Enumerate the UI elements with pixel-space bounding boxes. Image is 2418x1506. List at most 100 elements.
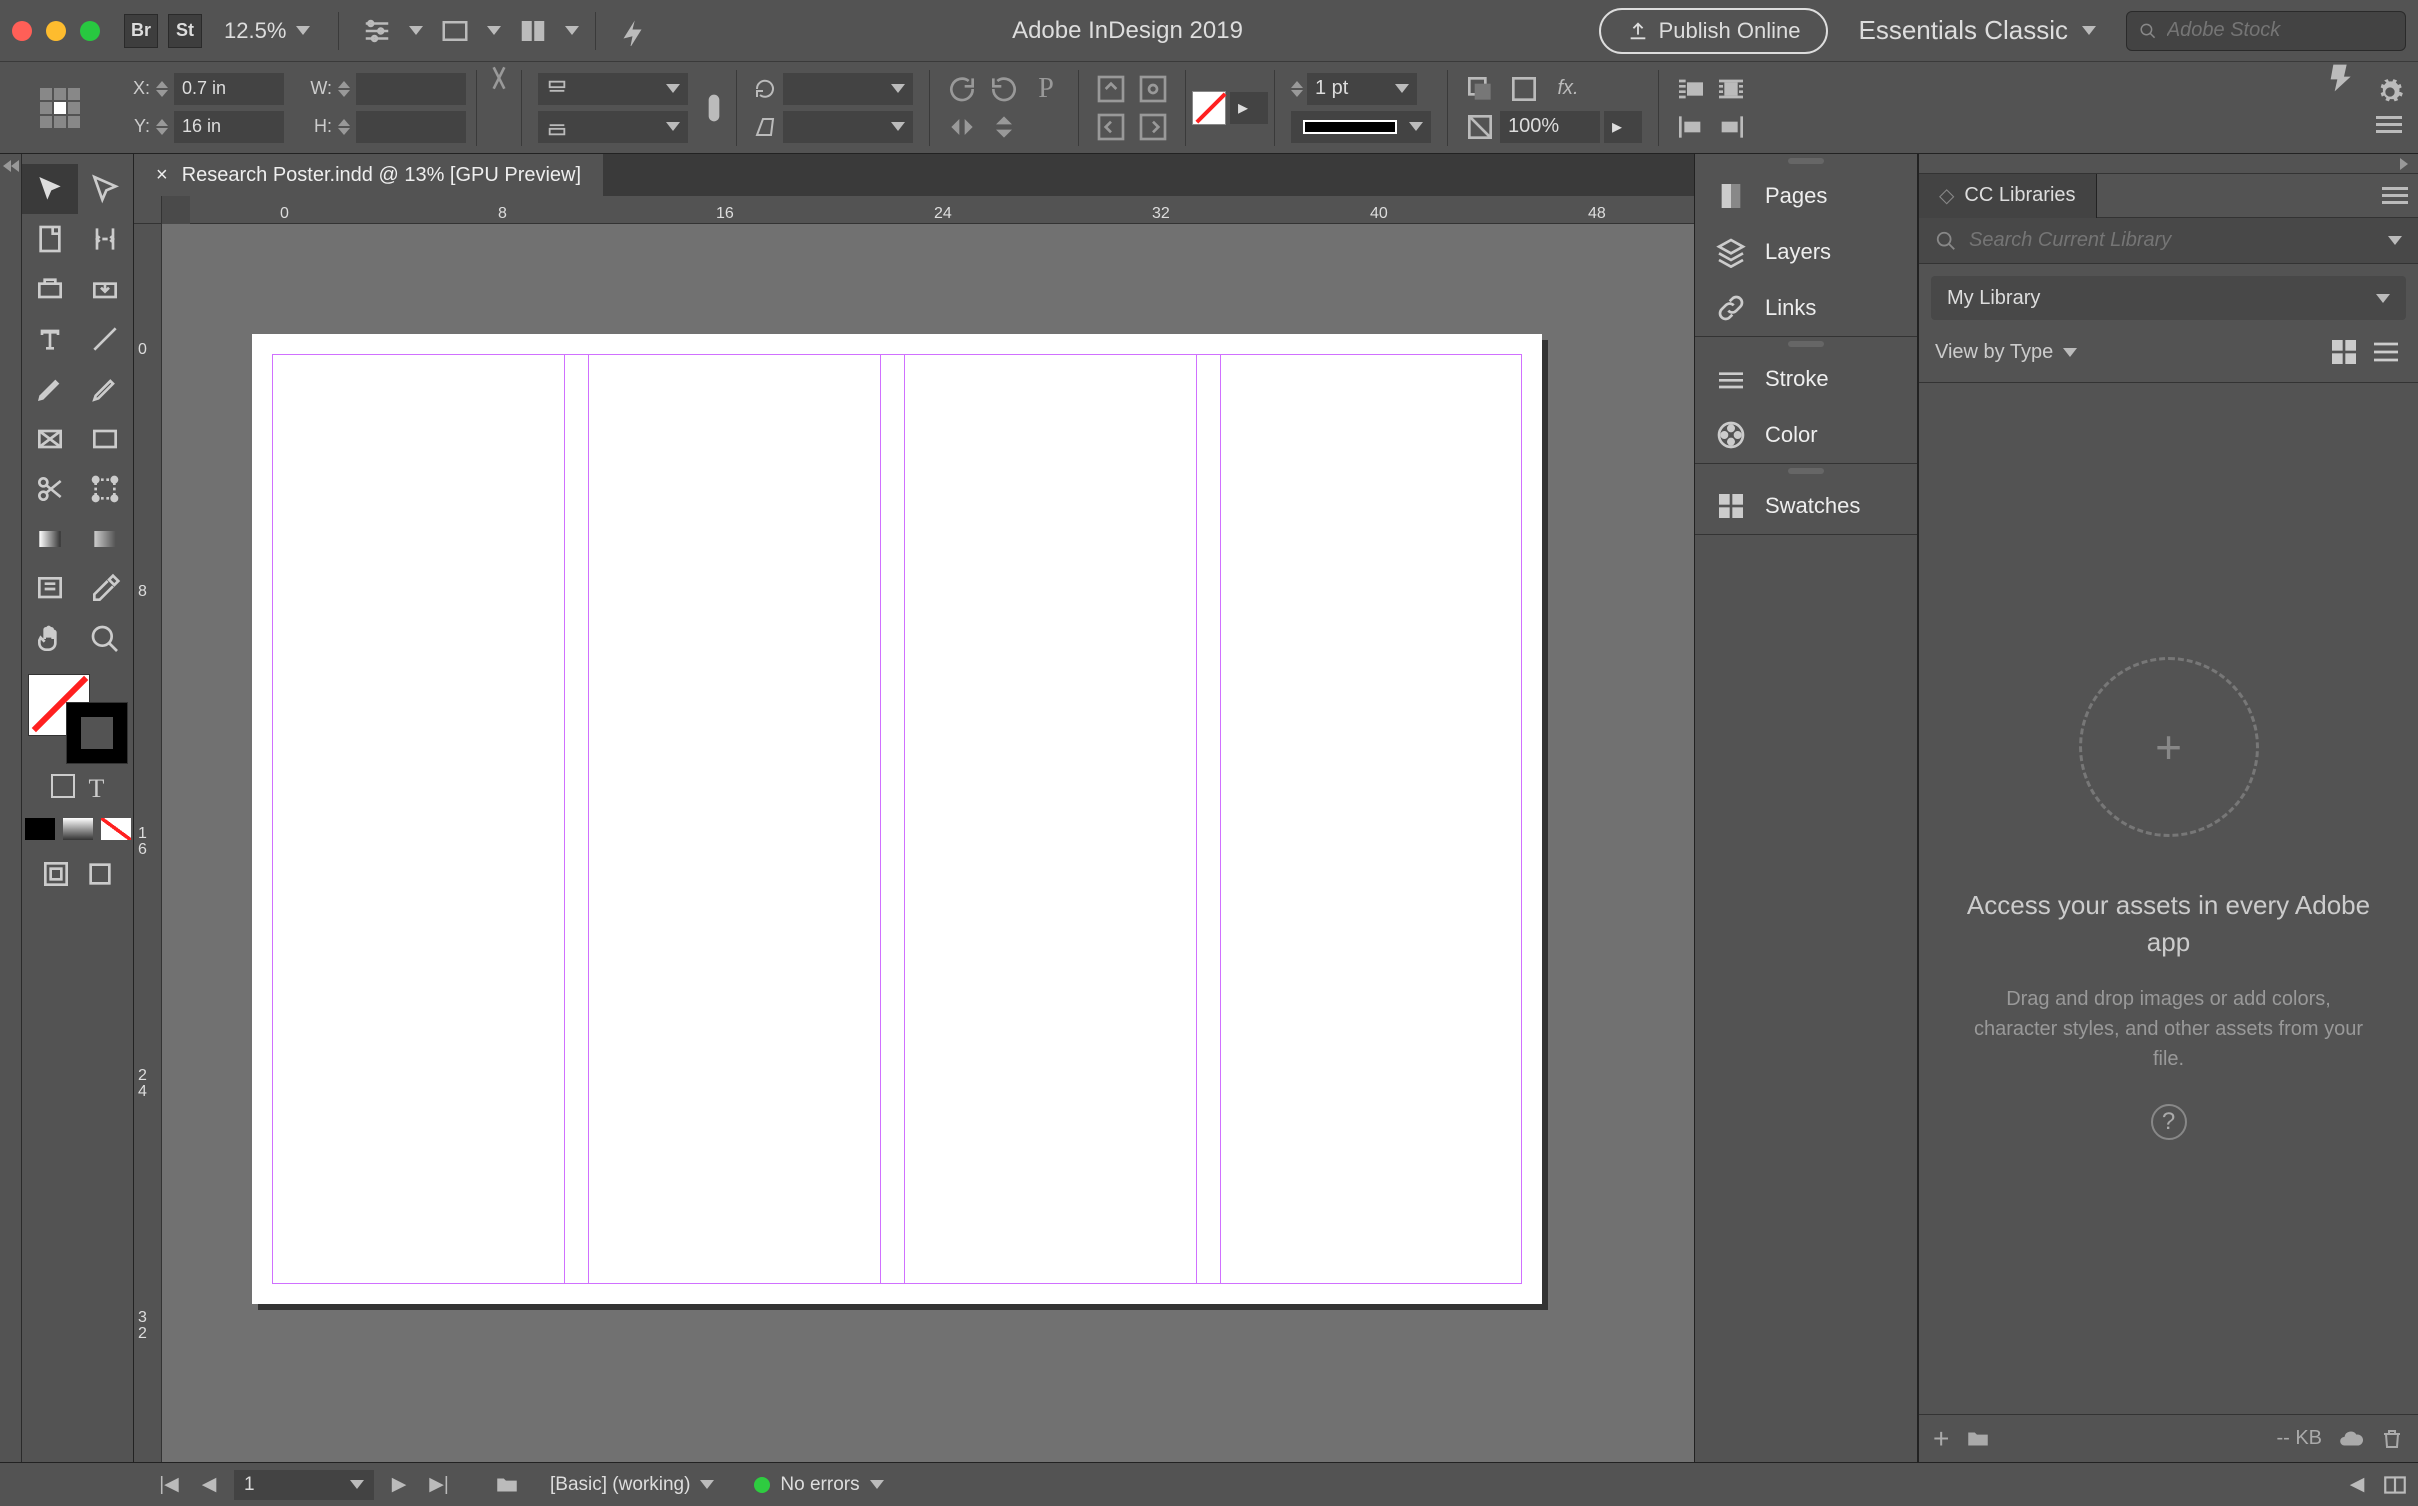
align-left-icon[interactable] [1675, 111, 1707, 143]
flip-h-p-icon[interactable]: P [1030, 73, 1062, 105]
cloud-icon[interactable] [2338, 1426, 2364, 1452]
y-field[interactable]: 16 in [174, 111, 284, 143]
apply-gradient-icon[interactable] [63, 818, 93, 840]
workspace-select[interactable]: Essentials Classic [1858, 15, 2096, 46]
type-tool[interactable] [22, 314, 78, 364]
cc-libraries-tab[interactable]: ◇CC Libraries [1919, 174, 2097, 218]
flip-h-icon[interactable] [946, 111, 978, 143]
grid-view-icon[interactable] [2328, 336, 2360, 368]
constrain-icon[interactable] [483, 62, 515, 94]
add-asset-placeholder[interactable]: + [2079, 657, 2259, 837]
page-tool[interactable] [22, 214, 78, 264]
document-page[interactable] [252, 334, 1542, 1304]
shear-field[interactable] [783, 111, 913, 143]
column-guide[interactable] [1196, 354, 1197, 1284]
format-container-icon[interactable] [51, 774, 75, 798]
select-prev-icon[interactable] [1095, 111, 1127, 143]
publish-online-button[interactable]: Publish Online [1599, 8, 1829, 54]
preflight-status[interactable]: No errors [780, 1474, 859, 1496]
pencil-tool[interactable] [78, 364, 134, 414]
column-guide[interactable] [588, 354, 589, 1284]
gear-icon[interactable] [2376, 78, 2404, 106]
fill-swatch[interactable] [1192, 91, 1226, 125]
stroke-panel-button[interactable]: Stroke [1695, 351, 1917, 407]
add-content-icon[interactable]: + [1933, 1423, 1949, 1455]
next-page-icon[interactable]: ▶ [384, 1470, 414, 1500]
rotate-cw-icon[interactable] [946, 73, 978, 105]
zoom-level-select[interactable]: 12.5% [224, 18, 310, 44]
eyedropper-tool[interactable] [78, 564, 134, 614]
x-field[interactable]: 0.7 in [174, 73, 284, 105]
normal-view-icon[interactable] [40, 858, 72, 890]
column-guide[interactable] [564, 354, 565, 1284]
panel-menu-icon[interactable] [2382, 183, 2408, 208]
color-panel-button[interactable]: Color [1695, 407, 1917, 463]
opacity-field[interactable]: 100% [1500, 111, 1600, 143]
chevron-down-icon[interactable] [870, 1480, 884, 1489]
apply-color-icon[interactable] [25, 818, 55, 840]
page-number-field[interactable]: 1 [234, 1470, 374, 1500]
gap-tool[interactable] [78, 214, 134, 264]
rectangle-frame-tool[interactable] [22, 414, 78, 464]
close-window-icon[interactable] [12, 21, 32, 41]
opacity-menu[interactable]: ▸ [1604, 111, 1642, 143]
column-guide[interactable] [904, 354, 905, 1284]
select-next-icon[interactable] [1137, 111, 1169, 143]
text-wrap-none-icon[interactable] [1675, 73, 1707, 105]
stock-search-input[interactable] [2167, 19, 2393, 42]
column-guide[interactable] [880, 354, 881, 1284]
chevron-down-icon[interactable] [565, 26, 579, 35]
pen-tool[interactable] [22, 364, 78, 414]
gradient-feather-tool[interactable] [78, 514, 134, 564]
select-content-icon[interactable] [1137, 73, 1169, 105]
swatches-panel-button[interactable]: Swatches [1695, 478, 1917, 534]
direct-selection-tool[interactable] [78, 164, 134, 214]
layers-panel-button[interactable]: Layers [1695, 224, 1917, 280]
flip-v-icon[interactable] [988, 111, 1020, 143]
vertical-ruler[interactable]: 0 8 16 24 32 [134, 224, 162, 1462]
open-file-icon[interactable] [494, 1472, 520, 1498]
screen-mode-button[interactable] [433, 9, 477, 53]
adobe-stock-search[interactable] [2126, 11, 2406, 51]
quick-apply-icon[interactable] [2324, 62, 2356, 94]
pages-panel-button[interactable]: Pages [1695, 168, 1917, 224]
chevron-down-icon[interactable] [2063, 348, 2077, 357]
minimize-window-icon[interactable] [46, 21, 66, 41]
stroke-weight-field[interactable]: 1 pt [1307, 73, 1417, 105]
y-stepper[interactable] [156, 119, 168, 135]
last-page-icon[interactable]: ▶| [424, 1470, 454, 1500]
fx-icon[interactable]: fx. [1552, 73, 1584, 105]
stock-button[interactable]: St [168, 14, 202, 48]
content-collector-tool[interactable] [22, 264, 78, 314]
fullscreen-window-icon[interactable] [80, 21, 100, 41]
x-stepper[interactable] [156, 81, 168, 97]
chevron-down-icon[interactable] [2388, 236, 2402, 245]
stroke-style-select[interactable] [1291, 111, 1431, 143]
h-stepper[interactable] [338, 119, 350, 135]
free-transform-tool[interactable] [78, 464, 134, 514]
hand-tool[interactable] [22, 614, 78, 664]
left-dock-toggle[interactable] [0, 154, 22, 1462]
scissors-tool[interactable] [22, 464, 78, 514]
rotate-ccw-icon[interactable] [988, 73, 1020, 105]
prev-page-icon[interactable]: ◀ [194, 1470, 224, 1500]
w-field[interactable] [356, 73, 466, 105]
control-menu-icon[interactable] [2376, 112, 2404, 137]
selection-tool[interactable] [22, 164, 78, 214]
first-page-icon[interactable]: |◀ [154, 1470, 184, 1500]
bridge-button[interactable]: Br [124, 14, 158, 48]
note-tool[interactable] [22, 564, 78, 614]
arrange-button[interactable] [511, 9, 555, 53]
rectangle-tool[interactable] [78, 414, 134, 464]
w-stepper[interactable] [338, 81, 350, 97]
fill-stroke-swatch[interactable] [28, 674, 128, 764]
folder-icon[interactable] [1965, 1426, 1991, 1452]
list-view-icon[interactable] [2370, 336, 2402, 368]
content-placer-tool[interactable] [78, 264, 134, 314]
line-tool[interactable] [78, 314, 134, 364]
view-options-button[interactable] [355, 9, 399, 53]
chevron-down-icon[interactable] [700, 1480, 714, 1489]
gpu-performance-icon[interactable] [612, 9, 656, 53]
scroll-left-icon[interactable]: ◀ [2342, 1470, 2372, 1500]
stroke-weight-stepper[interactable] [1291, 81, 1303, 97]
